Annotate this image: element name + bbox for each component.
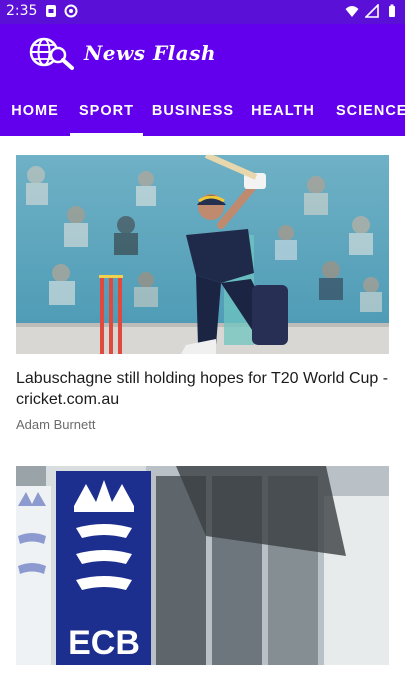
tab-label: BUSINESS bbox=[151, 103, 235, 119]
article-image[interactable] bbox=[16, 155, 389, 354]
wifi-icon bbox=[345, 6, 359, 17]
article-card[interactable]: ECB bbox=[16, 466, 389, 665]
globe-search-icon bbox=[29, 37, 74, 70]
status-left-icons bbox=[44, 4, 78, 18]
article-image[interactable]: ECB bbox=[16, 466, 389, 665]
tab-science[interactable]: SCIENCE bbox=[323, 86, 405, 136]
status-bar: 2:35 bbox=[0, 0, 405, 24]
app-title: News Flash bbox=[84, 41, 217, 65]
article-headline[interactable]: Labuschagne still holding hopes for T20 … bbox=[16, 368, 389, 410]
battery-icon bbox=[389, 4, 395, 17]
tab-indicator bbox=[70, 133, 143, 136]
sim-icon bbox=[46, 5, 56, 17]
tab-label: HEALTH bbox=[251, 103, 315, 119]
app-bar: News Flash HOME SPORT BUSINESS HEALTH SC… bbox=[0, 24, 405, 136]
ecb-logo-text: ECB bbox=[68, 624, 140, 662]
signal-icon bbox=[365, 4, 379, 18]
category-tabs: HOME SPORT BUSINESS HEALTH SCIENCE bbox=[0, 86, 405, 136]
tab-home[interactable]: HOME bbox=[0, 86, 70, 136]
tab-label: SCIENCE bbox=[336, 103, 405, 119]
tab-sport[interactable]: SPORT bbox=[70, 86, 143, 136]
tab-health[interactable]: HEALTH bbox=[243, 86, 323, 136]
tab-label: SPORT bbox=[79, 103, 134, 119]
article-author: Adam Burnett bbox=[16, 417, 96, 432]
status-right-icons bbox=[345, 4, 399, 18]
tab-label: HOME bbox=[11, 103, 59, 119]
article-card[interactable]: Labuschagne still holding hopes for T20 … bbox=[16, 155, 389, 432]
data-saver-icon bbox=[64, 4, 78, 18]
status-time: 2:35 bbox=[6, 3, 38, 19]
tab-business[interactable]: BUSINESS bbox=[143, 86, 243, 136]
brand: News Flash bbox=[28, 36, 216, 70]
